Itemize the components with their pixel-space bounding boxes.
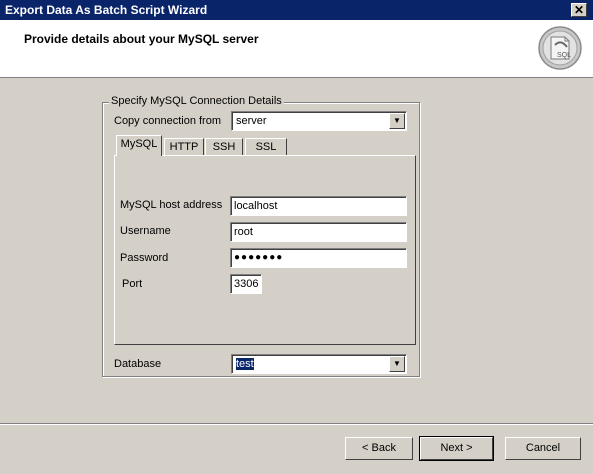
copy-connection-value: server — [236, 115, 267, 127]
tab-mysql-label: MySQL — [120, 138, 158, 150]
close-icon: ✕ — [573, 3, 585, 17]
password-label: Password — [120, 252, 169, 264]
sql-database-icon: SQL — [537, 25, 583, 71]
tab-ssl[interactable]: SSL — [245, 138, 287, 156]
window-title: Export Data As Batch Script Wizard — [5, 3, 208, 17]
port-value: 3306 — [234, 278, 259, 290]
host-address-value: localhost — [234, 200, 278, 212]
port-label: Port — [122, 278, 143, 290]
username-value: root — [234, 226, 253, 238]
copy-connection-dropdown[interactable]: server ▼ — [231, 111, 407, 131]
logo-text: SQL — [557, 52, 571, 59]
port-input[interactable]: 3306 — [230, 274, 262, 294]
back-button[interactable]: < Back — [345, 437, 413, 460]
next-button[interactable]: Next > — [419, 436, 494, 461]
wizard-header: Provide details about your MySQL server … — [0, 20, 593, 78]
tab-ssh[interactable]: SSH — [205, 138, 243, 156]
tab-mysql[interactable]: MySQL — [116, 135, 162, 156]
password-input[interactable]: ●●●●●●● — [230, 248, 407, 268]
tab-http-label: HTTP — [169, 141, 199, 153]
copy-connection-label: Copy connection from — [114, 115, 221, 127]
close-button[interactable]: ✕ — [571, 3, 587, 17]
chevron-down-icon[interactable]: ▼ — [389, 113, 405, 129]
cancel-button-label: Cancel — [525, 442, 561, 454]
database-value: test — [236, 358, 254, 370]
username-input[interactable]: root — [230, 222, 407, 242]
database-dropdown[interactable]: test ▼ — [231, 354, 407, 374]
host-address-input[interactable]: localhost — [230, 196, 407, 216]
tab-ssh-label: SSH — [212, 141, 236, 153]
next-button-label: Next > — [440, 442, 473, 454]
page-title: Provide details about your MySQL server — [24, 32, 259, 46]
chevron-down-icon[interactable]: ▼ — [389, 356, 405, 372]
username-label: Username — [120, 225, 171, 237]
password-value: ●●●●●●● — [234, 252, 284, 263]
back-button-label: < Back — [362, 442, 396, 454]
title-bar: Export Data As Batch Script Wizard ✕ — [0, 0, 593, 20]
host-address-label: MySQL host address — [120, 199, 223, 211]
tab-http[interactable]: HTTP — [164, 138, 204, 156]
cancel-button[interactable]: Cancel — [505, 437, 581, 460]
database-label: Database — [114, 358, 162, 370]
groupbox-label: Specify MySQL Connection Details — [109, 95, 284, 107]
footer-divider — [0, 423, 593, 425]
tab-ssl-label: SSL — [255, 141, 277, 153]
